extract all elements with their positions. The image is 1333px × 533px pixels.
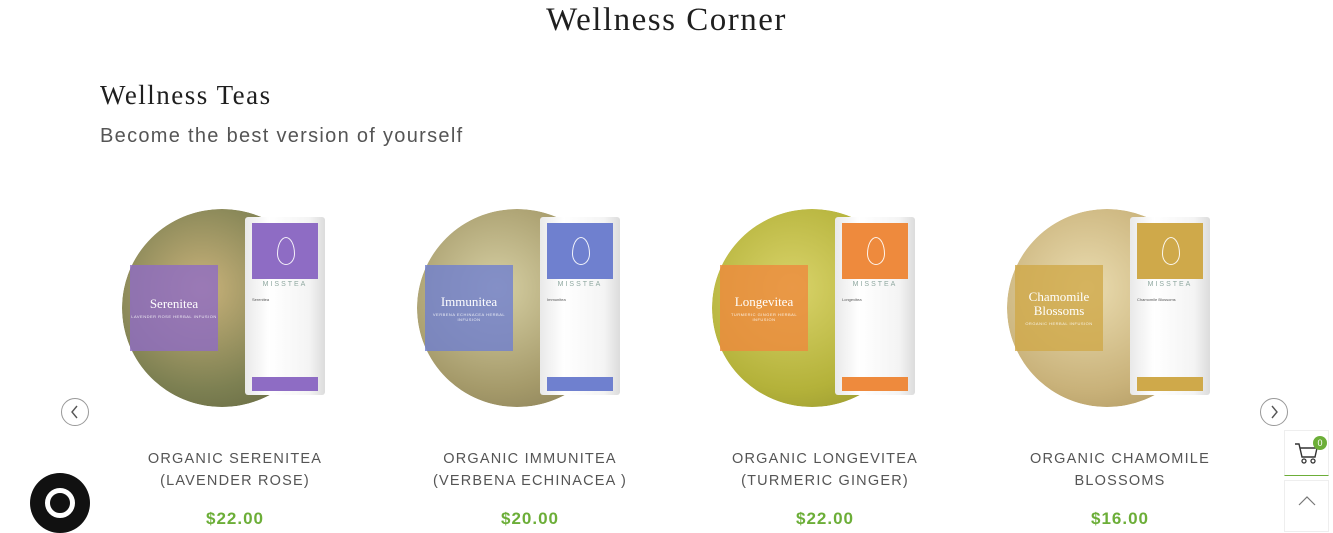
product-image[interactable]: Immunitea VERBENA ECHINACEA HERBAL INFUS… <box>417 205 635 410</box>
product-card[interactable]: Immunitea VERBENA ECHINACEA HERBAL INFUS… <box>417 205 635 529</box>
cart-count-badge: 0 <box>1313 436 1327 450</box>
product-label: Serenitea LAVENDER ROSE HERBAL INFUSION <box>130 265 218 351</box>
leaf-icon <box>867 237 885 265</box>
product-price: $22.00 <box>206 509 264 528</box>
section-title: Wellness Teas <box>100 80 272 110</box>
product-label: Immunitea VERBENA ECHINACEA HERBAL INFUS… <box>425 265 513 351</box>
product-name[interactable]: ORGANIC SERENITEA (LAVENDER ROSE) <box>110 448 360 492</box>
chat-button[interactable] <box>30 473 90 533</box>
product-price: $22.00 <box>796 509 854 528</box>
product-name[interactable]: ORGANIC CHAMOMILE BLOSSOMS <box>995 448 1245 492</box>
chevron-up-icon <box>1298 496 1315 506</box>
product-card[interactable]: Serenitea LAVENDER ROSE HERBAL INFUSION … <box>122 205 340 529</box>
chevron-left-icon <box>71 405 78 419</box>
chat-icon <box>45 488 75 518</box>
product-image[interactable]: Serenitea LAVENDER ROSE HERBAL INFUSION … <box>122 205 340 410</box>
carousel-next-button[interactable] <box>1260 398 1288 426</box>
page-title: Wellness Corner <box>546 2 787 38</box>
product-image[interactable]: Longevitea TURMERIC GINGER HERBAL INFUSI… <box>712 205 930 410</box>
product-name[interactable]: ORGANIC LONGEVITEA (TURMERIC GINGER) <box>700 448 950 492</box>
product-name[interactable]: ORGANIC IMMUNITEA (VERBENA ECHINACEA ) <box>405 448 655 492</box>
product-label: Chamomile Blossoms ORGANIC HERBAL INFUSI… <box>1015 265 1103 351</box>
leaf-icon <box>277 237 295 265</box>
product-label: Longevitea TURMERIC GINGER HERBAL INFUSI… <box>720 265 808 351</box>
leaf-icon <box>1162 237 1180 265</box>
section-subtitle: Become the best version of yourself <box>100 125 464 147</box>
back-to-top-button[interactable] <box>1284 480 1329 532</box>
carousel-prev-button[interactable] <box>61 398 89 426</box>
tea-tin-image: MISSTEA Serenitea <box>245 217 325 395</box>
product-card[interactable]: Longevitea TURMERIC GINGER HERBAL INFUSI… <box>712 205 930 529</box>
product-price: $20.00 <box>501 509 559 528</box>
leaf-icon <box>572 237 590 265</box>
product-price: $16.00 <box>1091 509 1149 528</box>
cart-button[interactable]: 0 <box>1284 430 1329 476</box>
product-carousel: Serenitea LAVENDER ROSE HERBAL INFUSION … <box>0 205 1333 532</box>
tea-tin-image: MISSTEA Longevitea <box>835 217 915 395</box>
chevron-right-icon <box>1271 405 1278 419</box>
tea-tin-image: MISSTEA Chamomile Blossoms <box>1130 217 1210 395</box>
product-card[interactable]: Chamomile Blossoms ORGANIC HERBAL INFUSI… <box>1007 205 1225 529</box>
product-image[interactable]: Chamomile Blossoms ORGANIC HERBAL INFUSI… <box>1007 205 1225 410</box>
tea-tin-image: MISSTEA Immunitea <box>540 217 620 395</box>
